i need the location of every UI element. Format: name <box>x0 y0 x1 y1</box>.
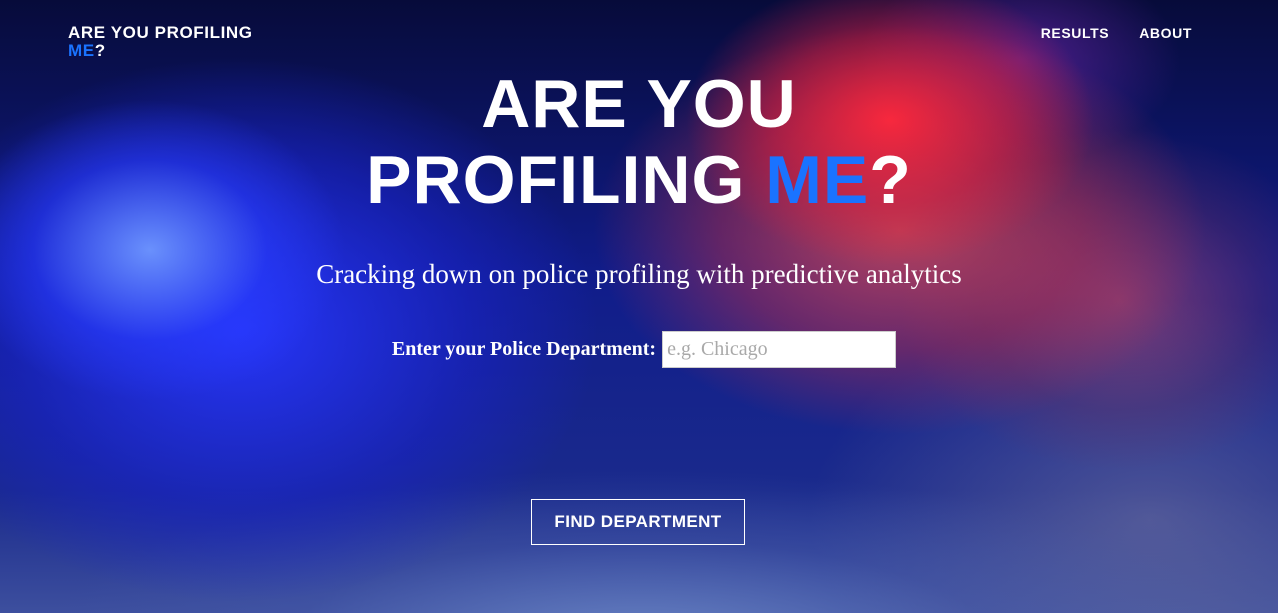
nav-results-link[interactable]: RESULTS <box>1041 25 1110 41</box>
logo-line2: ME? <box>68 42 253 60</box>
hero-title-line2: PROFILING ME? <box>0 142 1278 218</box>
logo-suffix: ? <box>94 41 106 60</box>
logo-line1: ARE YOU PROFILING <box>68 23 253 42</box>
top-nav: RESULTS ABOUT <box>1041 25 1192 41</box>
hero-title-suffix: ? <box>869 142 912 218</box>
nav-about-link[interactable]: ABOUT <box>1139 25 1192 41</box>
hero-title: ARE YOU PROFILING ME? <box>0 66 1278 218</box>
find-department-button[interactable]: FIND DEPARTMENT <box>531 499 745 545</box>
hero-title-line1: ARE YOU <box>481 66 797 142</box>
hero-title-prefix: PROFILING <box>366 142 766 218</box>
department-input[interactable] <box>662 331 897 368</box>
hero-tagline: Cracking down on police profiling with p… <box>316 259 962 289</box>
site-logo[interactable]: ARE YOU PROFILING ME? <box>68 24 253 60</box>
hero-title-accent: ME <box>765 142 870 218</box>
department-label: Enter your Police Department: <box>391 338 657 360</box>
logo-accent: ME <box>68 41 95 60</box>
department-search-row: Enter your Police Department: <box>0 331 1278 368</box>
